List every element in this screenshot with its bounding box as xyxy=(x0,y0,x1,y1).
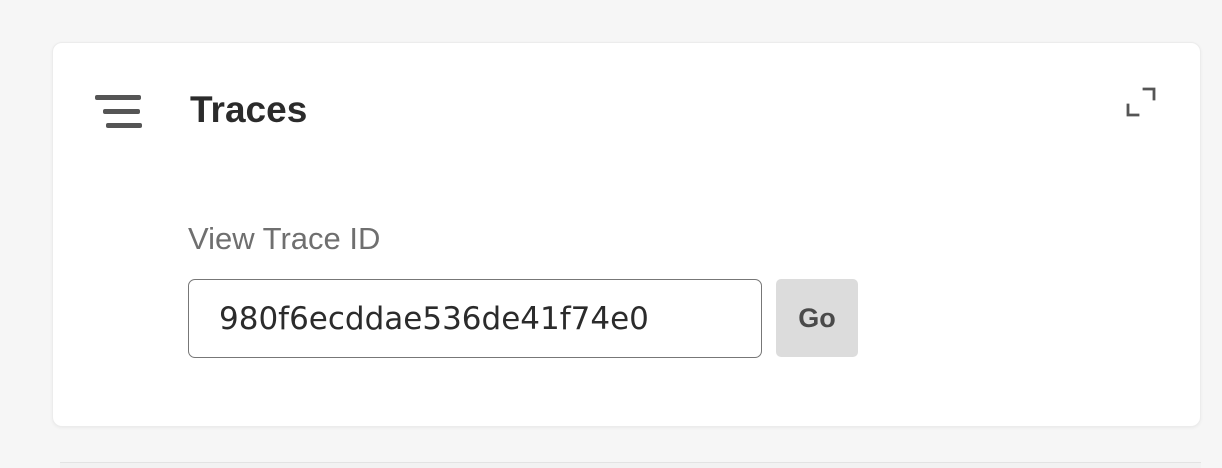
next-panel-edge xyxy=(60,462,1201,468)
traces-panel: Traces View Trace ID Go xyxy=(52,42,1201,427)
go-button[interactable]: Go xyxy=(776,279,858,357)
page: Traces View Trace ID Go xyxy=(0,0,1222,468)
trace-id-label: View Trace ID xyxy=(188,221,381,256)
traces-icon xyxy=(95,95,143,133)
expand-icon[interactable] xyxy=(1124,85,1158,119)
panel-header: Traces xyxy=(95,85,1158,135)
trace-id-input[interactable] xyxy=(188,279,762,358)
panel-title: Traces xyxy=(190,89,308,130)
